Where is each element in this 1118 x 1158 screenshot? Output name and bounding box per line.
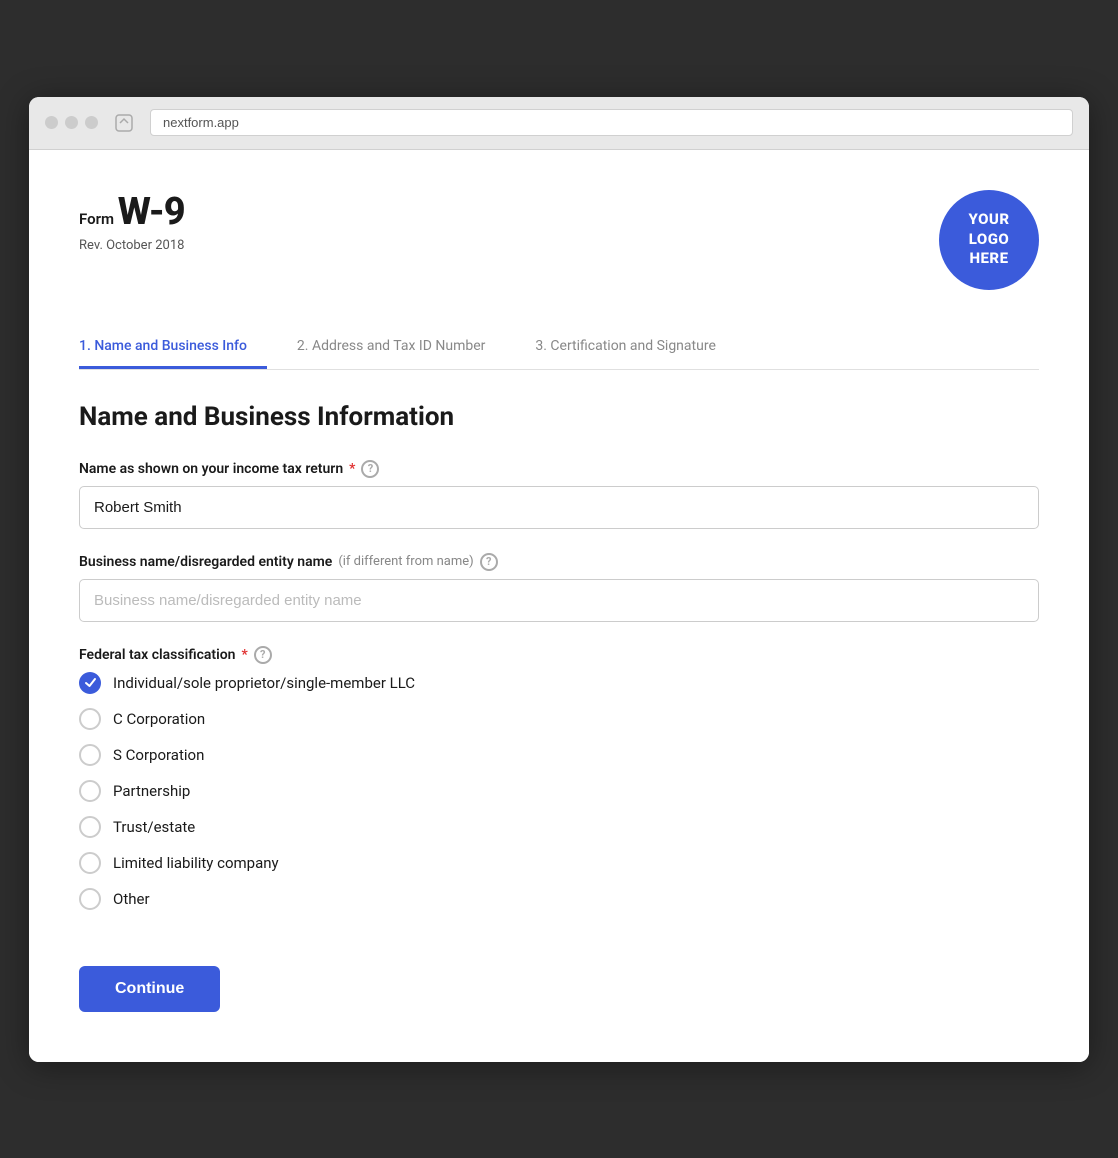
page-content: Form W-9 Rev. October 2018 YOURLOGOHERE …	[29, 150, 1089, 1062]
browser-dot-2	[65, 116, 78, 129]
radio-ccorp-label: C Corporation	[113, 710, 205, 728]
radio-trust[interactable]: Trust/estate	[79, 816, 1039, 838]
radio-individual-label: Individual/sole proprietor/single-member…	[113, 674, 415, 692]
business-name-field-group: Business name/disregarded entity name (i…	[79, 553, 1039, 622]
radio-other[interactable]: Other	[79, 888, 1039, 910]
business-name-input[interactable]	[79, 579, 1039, 622]
radio-other-label: Other	[113, 890, 150, 908]
tabs: 1. Name and Business Info 2. Address and…	[79, 326, 1039, 370]
business-optional-note: (if different from name)	[338, 554, 473, 569]
name-field-group: Name as shown on your income tax return …	[79, 460, 1039, 529]
tax-help-icon[interactable]: ?	[254, 646, 272, 664]
radio-ccorp[interactable]: C Corporation	[79, 708, 1039, 730]
name-field-label: Name as shown on your income tax return …	[79, 460, 1039, 478]
tab-certification[interactable]: 3. Certification and Signature	[535, 326, 736, 369]
radio-scorp-label: S Corporation	[113, 746, 204, 764]
browser-dots	[45, 116, 98, 129]
business-help-icon[interactable]: ?	[480, 553, 498, 571]
browser-dot-1	[45, 116, 58, 129]
business-label-text: Business name/disregarded entity name	[79, 554, 332, 570]
browser-toolbar	[29, 97, 1089, 150]
form-title-block: Form W-9 Rev. October 2018	[79, 190, 185, 253]
tax-required-star: *	[241, 647, 247, 663]
radio-icon-trust	[79, 816, 101, 838]
form-prefix: Form	[79, 210, 114, 228]
section-title: Name and Business Information	[79, 402, 1039, 432]
checkmark-icon-individual	[79, 672, 101, 694]
form-number: W-9	[118, 190, 185, 234]
header-row: Form W-9 Rev. October 2018 YOURLOGOHERE	[79, 190, 1039, 290]
form-title: Form W-9	[79, 190, 185, 234]
name-input[interactable]	[79, 486, 1039, 529]
nav-icon	[110, 109, 138, 137]
business-name-field-label: Business name/disregarded entity name (i…	[79, 553, 1039, 571]
tab-name-business[interactable]: 1. Name and Business Info	[79, 326, 267, 369]
radio-group: Individual/sole proprietor/single-member…	[79, 672, 1039, 910]
browser-dot-3	[85, 116, 98, 129]
continue-button[interactable]: Continue	[79, 966, 220, 1012]
radio-llc-label: Limited liability company	[113, 854, 279, 872]
name-label-text: Name as shown on your income tax return	[79, 461, 343, 477]
tax-label-text: Federal tax classification	[79, 647, 235, 663]
name-required-star: *	[349, 461, 355, 477]
form-subtitle: Rev. October 2018	[79, 238, 185, 253]
browser-window: Form W-9 Rev. October 2018 YOURLOGOHERE …	[29, 97, 1089, 1062]
tab-address-tax[interactable]: 2. Address and Tax ID Number	[297, 326, 505, 369]
radio-scorp[interactable]: S Corporation	[79, 744, 1039, 766]
radio-icon-partnership	[79, 780, 101, 802]
radio-partnership-label: Partnership	[113, 782, 190, 800]
address-bar[interactable]	[150, 109, 1073, 136]
radio-partnership[interactable]: Partnership	[79, 780, 1039, 802]
tax-classification-label: Federal tax classification * ?	[79, 646, 1039, 664]
name-help-icon[interactable]: ?	[361, 460, 379, 478]
radio-individual[interactable]: Individual/sole proprietor/single-member…	[79, 672, 1039, 694]
radio-icon-llc	[79, 852, 101, 874]
logo-text: YOURLOGOHERE	[968, 210, 1009, 269]
tax-classification-group: Federal tax classification * ? Individua…	[79, 646, 1039, 910]
radio-icon-ccorp	[79, 708, 101, 730]
radio-trust-label: Trust/estate	[113, 818, 195, 836]
radio-llc[interactable]: Limited liability company	[79, 852, 1039, 874]
radio-icon-other	[79, 888, 101, 910]
radio-icon-scorp	[79, 744, 101, 766]
logo-circle: YOURLOGOHERE	[939, 190, 1039, 290]
